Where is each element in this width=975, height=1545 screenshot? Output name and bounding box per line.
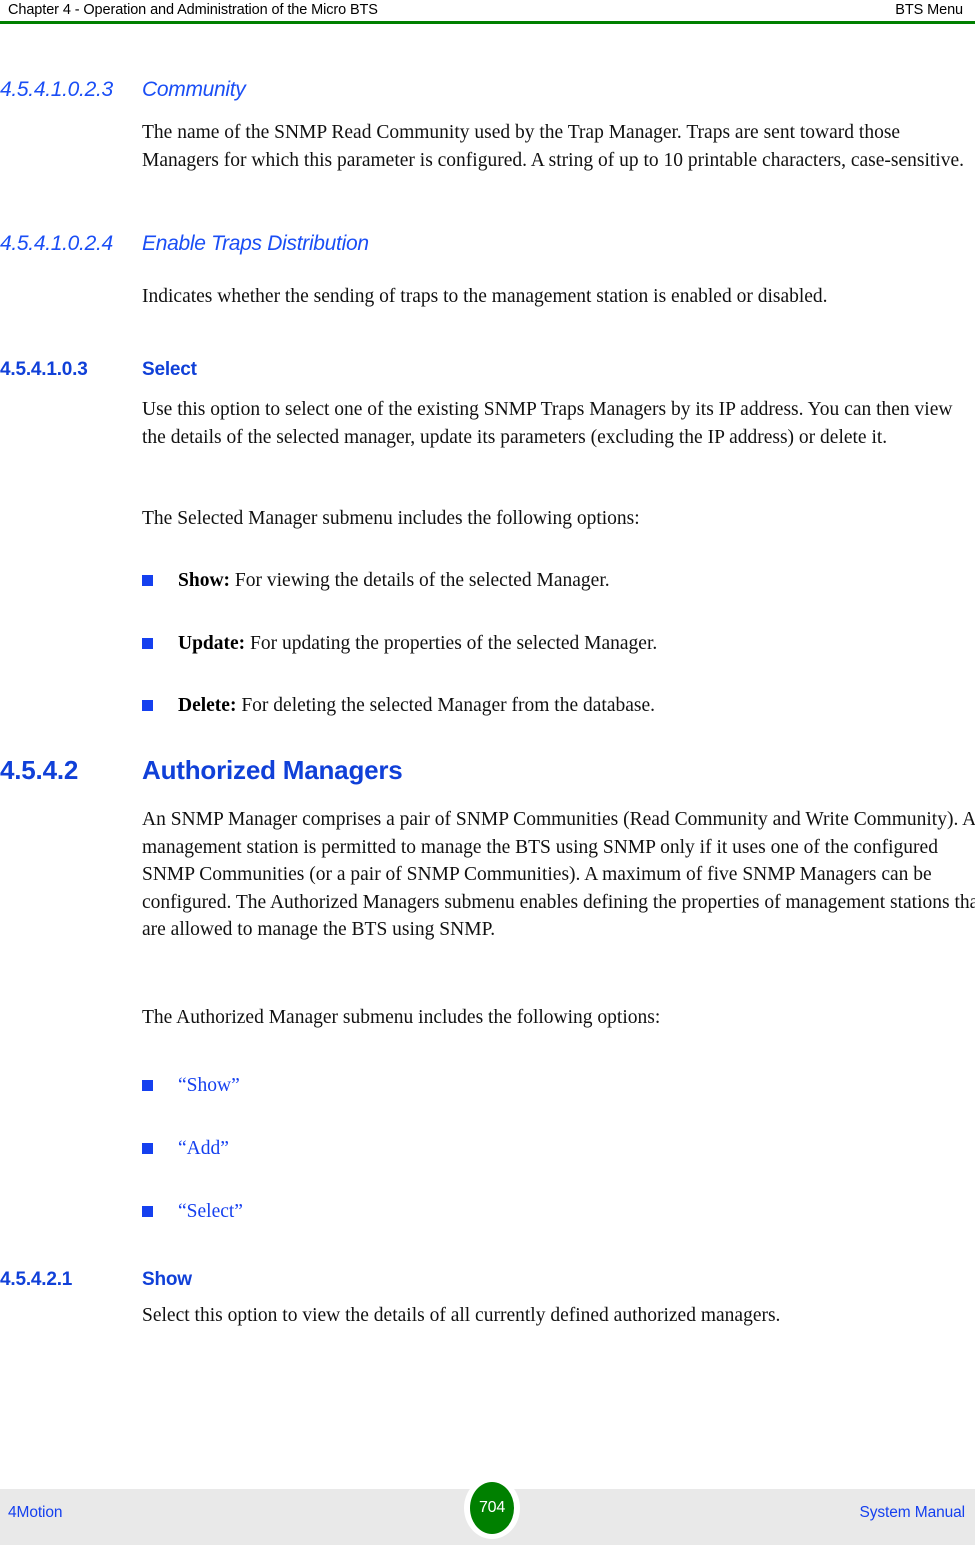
heading-show-title: Show — [142, 1269, 192, 1290]
list-item: “Add” — [142, 1136, 975, 1162]
heading-show: 4.5.4.2.1 Show — [0, 1268, 192, 1291]
heading-authorized-managers-number: 4.5.4.2 — [0, 755, 79, 785]
square-bullet-icon — [142, 638, 153, 649]
paragraph-authorized-managers-body: An SNMP Manager comprises a pair of SNMP… — [142, 809, 975, 940]
list-item: “Select” — [142, 1199, 975, 1225]
heading-authorized-managers-title: Authorized Managers — [142, 755, 403, 785]
heading-enable-traps-distribution-number: 4.5.4.1.0.2.4 — [0, 232, 113, 255]
heading-community: 4.5.4.1.0.2.3 Community — [0, 77, 246, 102]
header-row: Chapter 4 - Operation and Administration… — [0, 0, 975, 19]
footer-product-name: 4Motion — [8, 1504, 63, 1521]
square-bullet-icon — [142, 1080, 153, 1091]
header-rule — [0, 21, 975, 24]
list-item-label: Update: — [178, 633, 246, 654]
list-item: “Show” — [142, 1073, 975, 1099]
square-bullet-icon — [142, 575, 153, 586]
page-header: Chapter 4 - Operation and Administration… — [0, 0, 975, 24]
heading-show-number: 4.5.4.2.1 — [0, 1269, 73, 1290]
heading-enable-traps-distribution-title: Enable Traps Distribution — [142, 232, 369, 255]
list-item-label: Show: — [178, 570, 231, 591]
list-item: Delete: For deleting the selected Manage… — [142, 693, 975, 719]
paragraph-authorized-managers-intro: The Authorized Manager submenu includes … — [142, 1007, 661, 1028]
heading-community-number: 4.5.4.1.0.2.3 — [0, 78, 113, 101]
list-item: Show: For viewing the details of the sel… — [142, 568, 975, 594]
list-item-text: Delete: For deleting the selected Manage… — [178, 693, 975, 719]
paragraph-show-body: Select this option to view the details o… — [142, 1305, 781, 1326]
list-item-label: Delete: — [178, 695, 237, 716]
paragraph-enable-traps-distribution-body: Indicates whether the sending of traps t… — [142, 286, 828, 307]
header-section-title: BTS Menu — [895, 2, 963, 18]
heading-enable-traps-distribution: 4.5.4.1.0.2.4 Enable Traps Distribution — [0, 231, 369, 256]
heading-community-title: Community — [142, 78, 246, 101]
paragraph-select-body: Use this option to select one of the exi… — [142, 399, 953, 448]
square-bullet-icon — [142, 700, 153, 711]
heading-select-title: Select — [142, 359, 197, 380]
cross-reference-link-add[interactable]: “Add” — [178, 1136, 975, 1162]
page-number-badge: 704 — [470, 1482, 514, 1534]
list-item-description: For updating the properties of the selec… — [245, 633, 658, 654]
header-chapter-title: Chapter 4 - Operation and Administration… — [8, 2, 378, 18]
list-item-text: Show: For viewing the details of the sel… — [178, 568, 975, 594]
cross-reference-link-select[interactable]: “Select” — [178, 1199, 975, 1225]
list-item-text: Update: For updating the properties of t… — [178, 631, 975, 657]
list-item-description: For deleting the selected Manager from t… — [236, 695, 655, 716]
heading-select: 4.5.4.1.0.3 Select — [0, 358, 197, 381]
square-bullet-icon — [142, 1206, 153, 1217]
footer-document-title: System Manual — [859, 1504, 965, 1521]
list-item: Update: For updating the properties of t… — [142, 631, 975, 657]
paragraph-select-intro: The Selected Manager submenu includes th… — [142, 508, 640, 529]
cross-reference-link-show[interactable]: “Show” — [178, 1073, 975, 1099]
heading-select-number: 4.5.4.1.0.3 — [0, 359, 88, 380]
square-bullet-icon — [142, 1143, 153, 1154]
list-item-description: For viewing the details of the selected … — [230, 570, 610, 591]
heading-authorized-managers: 4.5.4.2 Authorized Managers — [0, 755, 403, 786]
paragraph-community-body: The name of the SNMP Read Community used… — [142, 122, 964, 171]
